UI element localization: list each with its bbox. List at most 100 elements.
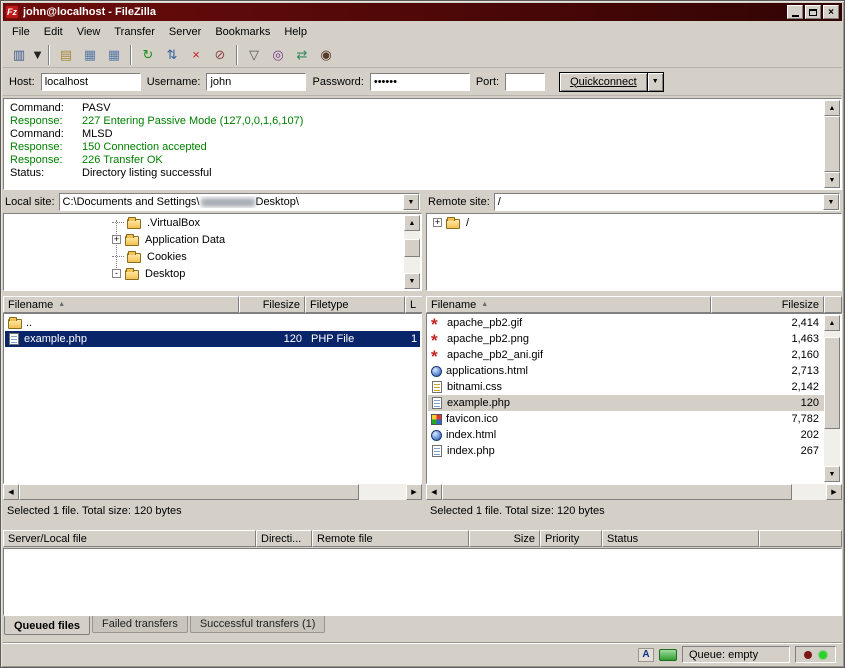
menu-item-edit[interactable]: Edit [37, 24, 70, 40]
scroll-track[interactable] [404, 231, 420, 273]
file-row[interactable]: applications.html2,713 [428, 363, 824, 379]
scroll-track[interactable] [19, 484, 406, 500]
expand-plus-icon[interactable]: + [112, 235, 121, 244]
scroll-thumb[interactable] [404, 239, 420, 257]
scroll-right-button[interactable]: ▶ [406, 484, 422, 500]
file-row[interactable]: example.php120PHP File1 [5, 331, 420, 347]
disconnect-button[interactable]: ⊘ [208, 44, 232, 66]
tab-failed-transfers[interactable]: Failed transfers [92, 616, 188, 633]
column-header-server-local-file[interactable]: Server/Local file [3, 530, 256, 547]
tree-item-cookies[interactable]: Cookies [4, 248, 421, 265]
column-header-priority[interactable]: Priority [540, 530, 602, 547]
column-header-filename[interactable]: Filename▲ [3, 296, 239, 313]
file-row[interactable]: bitnami.css2,142 [428, 379, 824, 395]
sort-ascending-icon: ▲ [481, 301, 488, 308]
scroll-down-button[interactable]: ▼ [824, 466, 840, 482]
filename-cell: index.html [428, 427, 711, 443]
toggle-message-log-button[interactable]: ▤ [54, 44, 78, 66]
username-input[interactable] [206, 73, 306, 91]
scroll-thumb[interactable] [824, 337, 840, 429]
scroll-thumb[interactable] [442, 484, 792, 500]
window-title: john@localhost - FileZilla [23, 6, 783, 18]
site-manager-dropdown-button[interactable]: ▼ [31, 44, 44, 66]
find-button[interactable]: ◉ [314, 44, 338, 66]
remote-list-hscrollbar[interactable]: ◀ ▶ [426, 484, 842, 500]
file-row[interactable]: apache_pb2.png1,463 [428, 331, 824, 347]
close-button[interactable]: × [823, 5, 839, 19]
tab-queued-files[interactable]: Queued files [4, 616, 90, 635]
log-scrollbar[interactable]: ▲ ▼ [824, 100, 840, 188]
tree-item-blank[interactable]: +/ [427, 214, 841, 231]
expand-plus-icon[interactable]: + [433, 218, 442, 227]
tree-item-virtualbox[interactable]: .VirtualBox [4, 214, 421, 231]
scroll-up-button[interactable]: ▲ [824, 100, 840, 116]
scroll-up-button[interactable]: ▲ [404, 215, 420, 231]
tree-item-application-data[interactable]: +Application Data [4, 231, 421, 248]
file-row[interactable]: index.html202 [428, 427, 824, 443]
column-header-filesize[interactable]: Filesize [711, 296, 824, 313]
file-row[interactable]: .. [5, 315, 420, 331]
remote-list-scrollbar[interactable]: ▲ ▼ [824, 315, 840, 482]
column-header-filetype[interactable]: Filetype [305, 296, 405, 313]
column-header-filename[interactable]: Filename▲ [426, 296, 711, 313]
column-header-filesize[interactable]: Filesize [239, 296, 305, 313]
maximize-button[interactable] [805, 5, 821, 19]
menu-item-server[interactable]: Server [162, 24, 208, 40]
cancel-button[interactable]: × [184, 44, 208, 66]
column-header-l[interactable]: L [405, 296, 422, 313]
scroll-down-button[interactable]: ▼ [404, 273, 420, 289]
local-list-hscrollbar[interactable]: ◀ ▶ [3, 484, 422, 500]
menu-item-bookmarks[interactable]: Bookmarks [208, 24, 277, 40]
sync-browsing-button[interactable]: ⇄ [290, 44, 314, 66]
file-row[interactable]: apache_pb2_ani.gif2,160 [428, 347, 824, 363]
scroll-left-button[interactable]: ◀ [3, 484, 19, 500]
scroll-track[interactable] [824, 331, 840, 466]
column-header-size[interactable]: Size [469, 530, 540, 547]
column-header-status[interactable]: Status [602, 530, 759, 547]
scroll-thumb[interactable] [824, 116, 840, 172]
tree-connector [112, 256, 124, 257]
folder-icon [127, 253, 141, 263]
file-row[interactable]: index.php267 [428, 443, 824, 459]
scroll-down-button[interactable]: ▼ [824, 172, 840, 188]
remote-site-dropdown-button[interactable]: ▼ [823, 194, 839, 210]
column-header-remote-file[interactable]: Remote file [312, 530, 469, 547]
tab-successful-transfers-1[interactable]: Successful transfers (1) [190, 616, 326, 633]
menu-item-transfer[interactable]: Transfer [107, 24, 162, 40]
file-row[interactable]: example.php120 [428, 395, 824, 411]
toggle-local-tree-button[interactable]: ▦ [78, 44, 102, 66]
scroll-up-button[interactable]: ▲ [824, 315, 840, 331]
menu-item-view[interactable]: View [70, 24, 108, 40]
password-input[interactable] [370, 73, 470, 91]
minimize-button[interactable] [787, 5, 803, 19]
css-file-icon [432, 381, 442, 393]
collapse-minus-icon[interactable]: - [112, 269, 121, 278]
file-row[interactable]: favicon.ico7,782 [428, 411, 824, 427]
scroll-left-button[interactable]: ◀ [426, 484, 442, 500]
port-input[interactable] [505, 73, 545, 91]
host-input[interactable] [41, 73, 141, 91]
apache-feather-icon [431, 349, 443, 361]
scroll-thumb[interactable] [19, 484, 359, 500]
site-manager-button[interactable]: ▥ [7, 44, 31, 66]
tree-item-desktop[interactable]: -Desktop [4, 265, 421, 282]
quickconnect-button[interactable]: Quickconnect [559, 72, 648, 92]
local-site-combo[interactable]: C:\Documents and Settings\Desktop\ ▼ [59, 193, 420, 211]
toggle-remote-tree-button[interactable]: ▦ [102, 44, 126, 66]
local-site-dropdown-button[interactable]: ▼ [403, 194, 419, 210]
scroll-track[interactable] [824, 116, 840, 172]
refresh-button[interactable]: ↻ [136, 44, 160, 66]
menu-item-file[interactable]: File [5, 24, 37, 40]
compare-button[interactable]: ◎ [266, 44, 290, 66]
column-header-directi[interactable]: Directi... [256, 530, 312, 547]
file-row[interactable]: apache_pb2.gif2,414 [428, 315, 824, 331]
quickconnect-dropdown-button[interactable]: ▼ [648, 72, 664, 92]
scroll-track[interactable] [442, 484, 826, 500]
menu-item-help[interactable]: Help [277, 24, 314, 40]
process-queue-button[interactable]: ⇅ [160, 44, 184, 66]
filter-button[interactable]: ▽ [242, 44, 266, 66]
local-tree-scrollbar[interactable]: ▲ ▼ [404, 215, 420, 289]
remote-tree-rows: +/ [427, 214, 841, 231]
remote-site-combo[interactable]: / ▼ [494, 193, 840, 211]
scroll-right-button[interactable]: ▶ [826, 484, 842, 500]
